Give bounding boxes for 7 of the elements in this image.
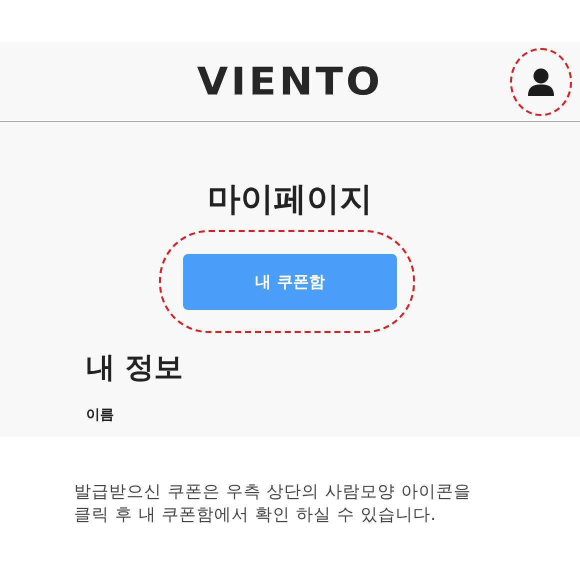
caption-text: 발급받으신 쿠폰은 우측 상단의 사람모양 아이콘을 클릭 후 내 쿠폰함에서 확인 하실 수 있습니다. [74,481,472,527]
section-title: 내 정보 [86,349,184,386]
highlight-ring [510,48,572,116]
page-title: 마이페이지 [206,178,374,220]
logo[interactable]: VIENTO [197,60,383,104]
user-icon[interactable] [526,66,556,96]
field-label: 이름 [86,406,115,424]
